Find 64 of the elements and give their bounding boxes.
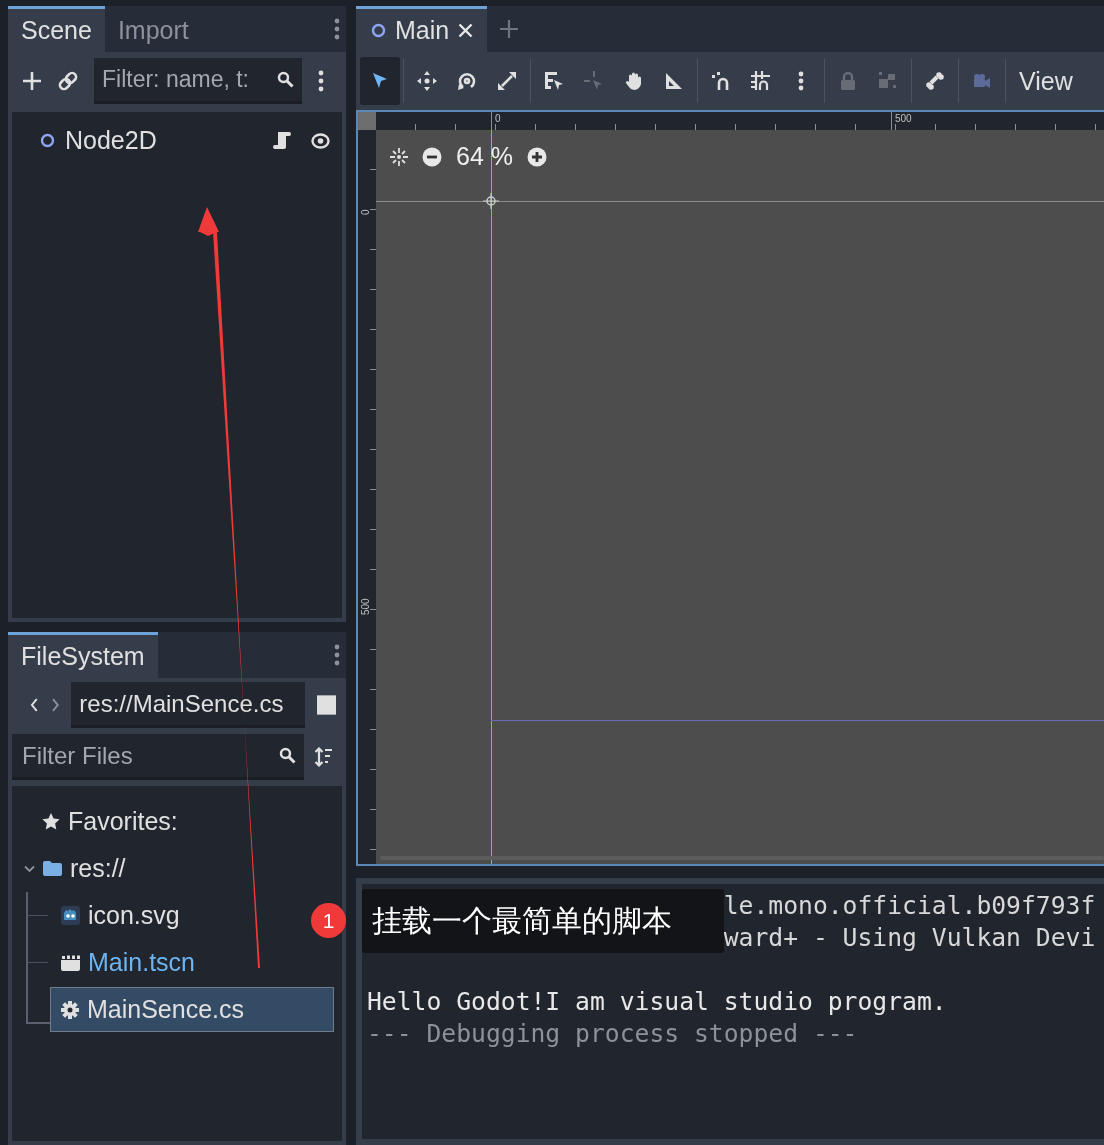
folder-icon <box>43 861 62 876</box>
tree-branch-line <box>26 939 50 986</box>
back-icon[interactable] <box>30 697 39 713</box>
forward-icon[interactable] <box>50 697 60 713</box>
hand-icon <box>624 71 644 91</box>
magnet-icon <box>711 71 731 91</box>
godot-logo-icon <box>61 906 80 925</box>
lock-icon <box>838 71 858 91</box>
chevron-icon[interactable] <box>24 864 35 873</box>
crosshair-icon <box>483 193 499 209</box>
more-icon[interactable] <box>334 18 340 40</box>
node-name: Node2D <box>65 126 157 155</box>
star-icon <box>42 813 60 830</box>
move-icon <box>417 71 437 91</box>
search-icon <box>279 747 296 764</box>
clapperboard-icon <box>61 954 80 971</box>
ruler-icon <box>664 71 684 91</box>
favorites-label: Favorites: <box>68 807 178 836</box>
list-select-icon <box>544 71 564 91</box>
group-icon <box>878 71 898 91</box>
ruler-corner <box>358 112 376 130</box>
dock-tab[interactable]: Scene <box>8 6 105 52</box>
close-icon[interactable] <box>458 23 474 38</box>
ruler-label: 0 <box>360 209 371 215</box>
output-line: --- Debugging process stopped --- <box>367 1018 859 1050</box>
node-circle-icon <box>40 133 55 148</box>
ruler-label: 500 <box>360 598 371 615</box>
folder-item[interactable]: res:// <box>12 845 342 892</box>
more-icon[interactable] <box>334 644 340 666</box>
output-line: ward+ - Using Vulkan Devi <box>723 922 1097 954</box>
dock-tab[interactable]: FileSystem <box>8 632 158 678</box>
node-circle-icon <box>371 23 386 38</box>
file-item[interactable]: MainSence.cs <box>50 987 334 1032</box>
output-line: Hello Godot!I am visual studio program. <box>367 986 948 1018</box>
sort-icon[interactable] <box>314 747 333 767</box>
tree-branch-line <box>26 892 50 939</box>
bone-icon <box>925 71 945 91</box>
scale-icon <box>497 71 517 91</box>
script-icon[interactable] <box>273 131 291 150</box>
tree-item[interactable]: Node2D <box>12 112 342 155</box>
zoom-out-icon[interactable] <box>422 146 442 167</box>
file-item[interactable]: icon.svg <box>50 893 189 938</box>
filter-field[interactable]: Filter: name, t: <box>94 58 302 104</box>
zoom-in-icon[interactable] <box>527 146 547 167</box>
more-icon[interactable] <box>318 70 324 92</box>
center-view-icon[interactable] <box>390 147 408 166</box>
tooltip: 挂载一个最简单的脚本 <box>362 889 724 953</box>
dock-tab[interactable]: Import <box>104 6 202 52</box>
filter-field[interactable]: Filter Files <box>12 734 304 780</box>
search-icon <box>277 71 294 88</box>
view-menu[interactable]: View <box>1009 66 1083 96</box>
gear-icon <box>61 1000 79 1019</box>
editor-tab[interactable]: Main <box>356 6 488 52</box>
file-item[interactable]: Main.tscn <box>50 940 204 985</box>
path-field[interactable]: res://MainSence.cs <box>71 682 305 728</box>
output-line: le.mono.official.b09f793f <box>723 890 1097 922</box>
grid-icon <box>751 71 771 91</box>
tool-button[interactable] <box>360 57 400 105</box>
link-icon[interactable] <box>58 71 78 91</box>
eye-icon[interactable] <box>311 132 330 149</box>
camera-icon <box>972 71 992 91</box>
pivot-icon <box>584 71 604 91</box>
rotate-icon <box>457 71 477 91</box>
split-view-icon[interactable] <box>316 695 336 715</box>
